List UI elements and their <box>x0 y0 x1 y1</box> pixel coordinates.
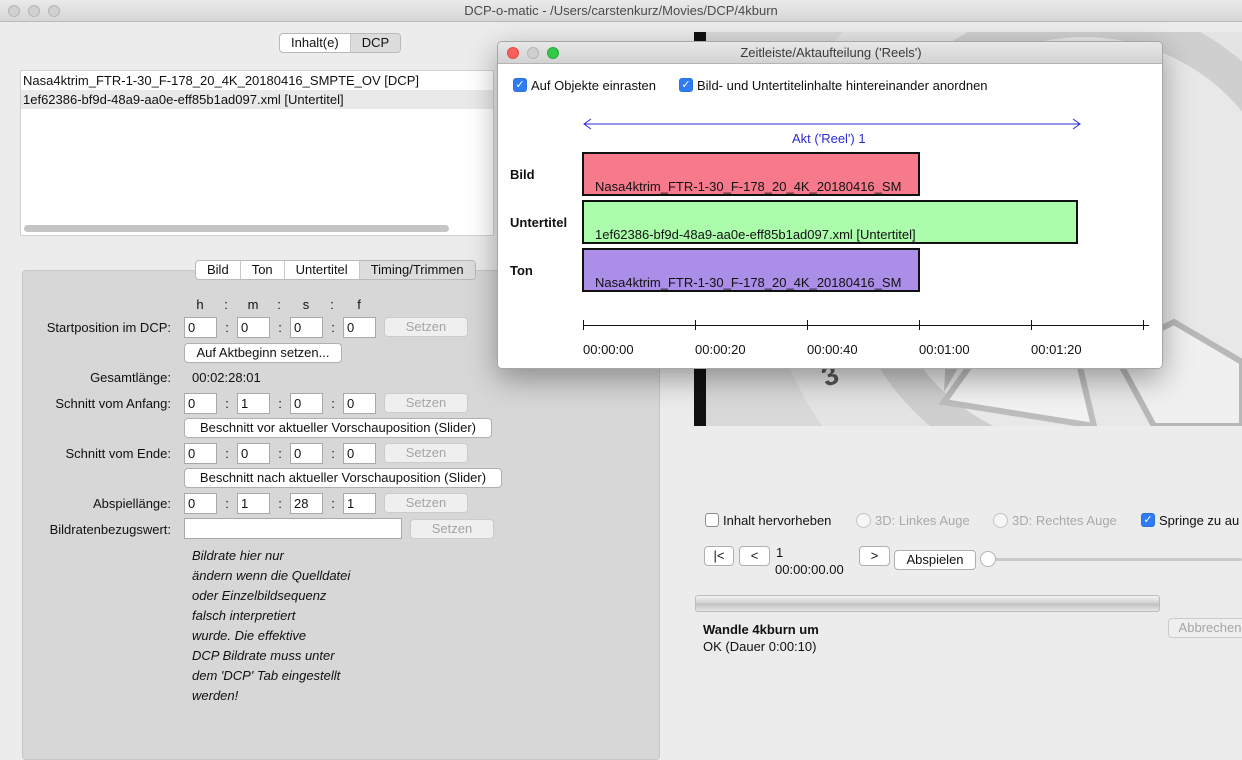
play-length-s-field[interactable]: 28 <box>290 493 323 514</box>
tab-picture[interactable]: Bild <box>196 261 241 279</box>
trim-end-h-field[interactable]: 0 <box>184 443 217 464</box>
header-minutes: m <box>247 297 259 312</box>
trim-start-f-field[interactable]: 0 <box>343 393 376 414</box>
play-length-f-field[interactable]: 1 <box>343 493 376 514</box>
window-title: DCP-o-matic - /Users/carstenkurz/Movies/… <box>464 3 778 18</box>
snap-checkbox[interactable]: ✓ <box>513 78 527 92</box>
trim-start-s-field[interactable]: 0 <box>290 393 323 414</box>
content-list[interactable]: Nasa4ktrim_FTR-1-30_F-178_20_4K_20180416… <box>20 70 494 236</box>
sequence-label: Bild- und Untertitelinhalte hintereinand… <box>697 78 988 93</box>
trim-start-set-button[interactable]: Setzen <box>384 393 468 413</box>
trim-before-button[interactable]: Beschnitt vor aktueller Vorschauposition… <box>184 418 492 438</box>
play-button[interactable]: Abspielen <box>894 550 976 570</box>
reel-label: Akt ('Reel') 1 <box>792 131 866 146</box>
job-title: Wandle 4kburn um <box>703 622 819 637</box>
trim-end-set-button[interactable]: Setzen <box>384 443 468 463</box>
left-eye-label: 3D: Linkes Auge <box>875 513 970 528</box>
trim-end-f-field[interactable]: 0 <box>343 443 376 464</box>
tick-label: 00:01:20 <box>1031 342 1082 357</box>
picture-clip[interactable]: Nasa4ktrim_FTR-1-30_F-178_20_4K_20180416… <box>582 152 920 196</box>
outline-content-label: Inhalt hervorheben <box>723 513 832 528</box>
tick-label: 00:00:00 <box>583 342 634 357</box>
cancel-job-button[interactable]: Abbrechen <box>1168 618 1242 638</box>
timecode: 00:00:00.00 <box>775 562 844 577</box>
reel-start-button[interactable]: Auf Aktbeginn setzen... <box>184 343 342 363</box>
content-list-scrollbar[interactable] <box>24 225 449 232</box>
start-h-field[interactable]: 0 <box>184 317 217 338</box>
job-status: OK (Dauer 0:00:10) <box>703 639 817 654</box>
right-eye-radio[interactable] <box>993 513 1008 528</box>
header-frames: f <box>357 297 361 312</box>
start-m-field[interactable]: 0 <box>237 317 270 338</box>
dialog-title: Zeitleiste/Aktaufteilung ('Reels') <box>740 45 922 60</box>
total-length-value: 00:02:28:01 <box>192 370 261 385</box>
left-eye-radio[interactable] <box>856 513 871 528</box>
content-tabs: Bild Ton Untertitel Timing/Trimmen <box>195 260 476 280</box>
step-back-button[interactable]: < <box>739 546 770 566</box>
frame-rate-label: Bildratenbezugswert: <box>49 522 171 537</box>
list-item[interactable]: Nasa4ktrim_FTR-1-30_F-178_20_4K_20180416… <box>21 71 493 90</box>
step-forward-button[interactable]: > <box>859 546 890 566</box>
job-progress-bar <box>695 595 1160 612</box>
tab-sound[interactable]: Ton <box>241 261 285 279</box>
tick-label: 00:00:20 <box>695 342 746 357</box>
timeline-dialog: Zeitleiste/Aktaufteilung ('Reels') ✓ Auf… <box>497 41 1163 369</box>
subtitle-clip[interactable]: 1ef62386-bf9d-48a9-aa0e-eff85b1ad097.xml… <box>582 200 1078 244</box>
timeline-canvas[interactable]: ✓ Auf Objekte einrasten ✓ Bild- und Unte… <box>498 64 1162 368</box>
start-position-label: Startposition im DCP: <box>46 320 171 335</box>
sound-clip[interactable]: Nasa4ktrim_FTR-1-30_F-178_20_4K_20180416… <box>582 248 920 292</box>
trim-start-h-field[interactable]: 0 <box>184 393 217 414</box>
trim-end-s-field[interactable]: 0 <box>290 443 323 464</box>
trim-end-label: Schnitt vom Ende: <box>65 446 172 461</box>
tab-content[interactable]: Inhalt(e) <box>280 34 351 52</box>
track-label-sound: Ton <box>510 263 533 278</box>
total-length-label: Gesamtlänge: <box>90 370 171 385</box>
frame-number: 1 <box>776 545 784 560</box>
play-length-label: Abspiellänge: <box>92 496 171 511</box>
outline-content-checkbox[interactable] <box>705 513 719 527</box>
time-axis <box>583 325 1149 326</box>
header-seconds: s <box>302 297 310 312</box>
dialog-title-bar: Zeitleiste/Aktaufteilung ('Reels') <box>498 42 1162 64</box>
tab-dcp[interactable]: DCP <box>350 34 401 52</box>
right-eye-label: 3D: Rechtes Auge <box>1012 513 1117 528</box>
tick-label: 00:00:40 <box>807 342 858 357</box>
go-to-start-button[interactable]: |< <box>704 546 734 566</box>
position-slider-handle[interactable] <box>980 551 996 567</box>
jump-label: Springe zu au <box>1159 513 1240 528</box>
frame-rate-field[interactable] <box>184 518 402 539</box>
reel-arrow-icon <box>583 118 1081 130</box>
trim-start-m-field[interactable]: 1 <box>237 393 270 414</box>
trim-after-button[interactable]: Beschnitt nach aktueller Vorschaupositio… <box>184 468 502 488</box>
start-f-field[interactable]: 0 <box>343 317 376 338</box>
list-item[interactable]: 1ef62386-bf9d-48a9-aa0e-eff85b1ad097.xml… <box>21 90 493 109</box>
main-title-bar: DCP-o-matic - /Users/carstenkurz/Movies/… <box>0 0 1242 22</box>
tick-label: 00:01:00 <box>919 342 970 357</box>
play-length-h-field[interactable]: 0 <box>184 493 217 514</box>
trim-end-m-field[interactable]: 0 <box>237 443 270 464</box>
frame-rate-set-button[interactable]: Setzen <box>410 519 494 539</box>
snap-label: Auf Objekte einrasten <box>531 78 657 93</box>
trim-start-label: Schnitt vom Anfang: <box>55 396 171 411</box>
track-label-picture: Bild <box>510 167 535 182</box>
tab-subtitles[interactable]: Untertitel <box>285 261 360 279</box>
tab-timing[interactable]: Timing/Trimmen <box>359 261 475 279</box>
play-length-set-button[interactable]: Setzen <box>384 493 468 513</box>
start-s-field[interactable]: 0 <box>290 317 323 338</box>
jump-checkbox[interactable]: ✓ <box>1141 513 1155 527</box>
track-label-subtitles: Untertitel <box>510 215 568 230</box>
start-set-button[interactable]: Setzen <box>384 317 468 337</box>
position-slider-track[interactable] <box>986 558 1242 561</box>
play-length-m-field[interactable]: 1 <box>237 493 270 514</box>
sequence-checkbox[interactable]: ✓ <box>679 78 693 92</box>
header-hours: h <box>196 297 204 312</box>
main-tabs: Inhalt(e) DCP <box>279 33 402 53</box>
frame-rate-help: Bildrate hier nur ändern wenn die Quelld… <box>192 548 351 703</box>
